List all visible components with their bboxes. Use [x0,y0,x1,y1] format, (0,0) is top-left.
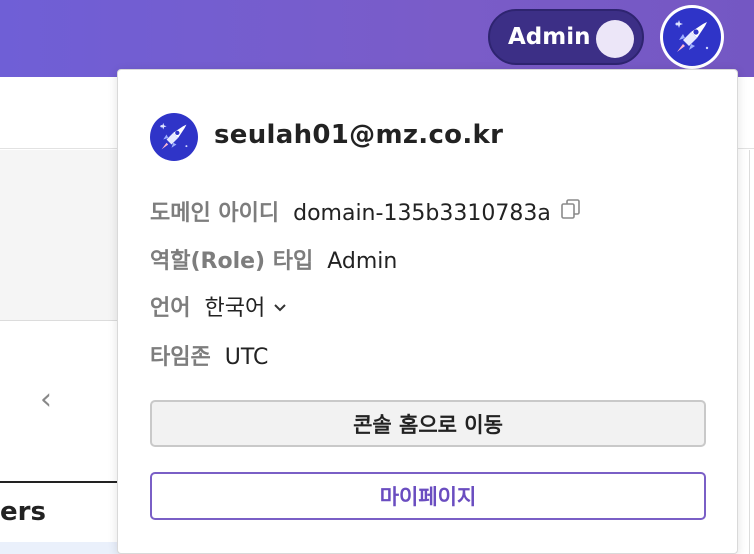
chevron-down-icon[interactable] [273,295,287,320]
admin-toggle-label: Admin [508,24,591,50]
timezone-value: UTC [224,345,269,370]
chevron-left-icon[interactable]: ‹ [40,382,52,417]
language-label: 언어 [150,296,191,321]
domain-id-value: domain-135b3310783a [293,201,551,226]
background-tab-label: ers [0,497,46,527]
role-type-row: 역할(Role) 타입 Admin [150,243,397,275]
console-home-button[interactable]: 콘솔 홈으로 이동 [150,400,706,447]
domain-id-row: 도메인 아이디 domain-135b3310783a [150,195,583,229]
copy-icon[interactable] [559,197,583,227]
role-type-value: Admin [327,249,398,274]
profile-dropdown-menu: seulah01@mz.co.kr 도메인 아이디 domain-135b3310… [117,69,738,554]
background-row [0,542,120,554]
top-navigation-bar: Admin [0,0,754,77]
background-tab-underline [0,481,120,483]
rocket-icon [663,8,721,66]
role-type-label: 역할(Role) 타입 [150,249,314,274]
my-page-button[interactable]: 마이페이지 [150,472,706,520]
language-row: 언어 한국어 [150,290,287,322]
timezone-row: 타임존 UTC [150,339,268,371]
language-select[interactable]: 한국어 [204,296,287,321]
user-avatar-button[interactable] [660,5,724,69]
language-value: 한국어 [204,296,266,321]
domain-id-label: 도메인 아이디 [150,201,280,226]
admin-mode-toggle[interactable]: Admin [488,9,644,65]
timezone-label: 타임존 [150,345,211,370]
toggle-knob [596,20,634,58]
background-divider [749,150,750,554]
rocket-icon [150,113,198,161]
user-email: seulah01@mz.co.kr [214,120,504,150]
